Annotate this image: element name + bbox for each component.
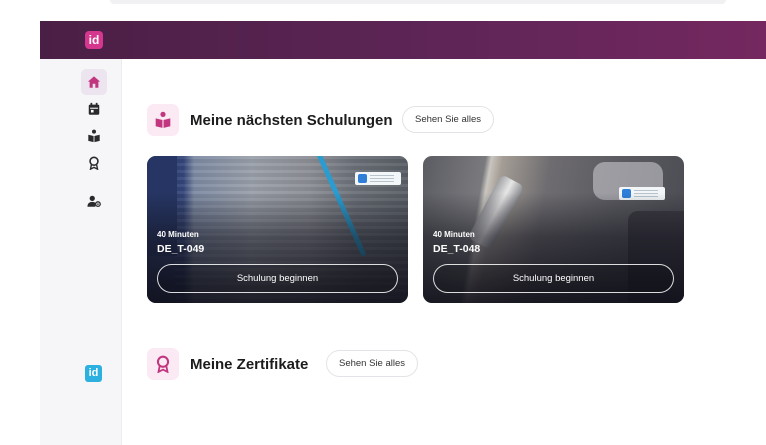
top-bar: id <box>40 21 766 59</box>
training-code: DE_T-048 <box>433 243 481 255</box>
certificates-see-all-button[interactable]: Sehen Sie alles <box>326 350 419 377</box>
start-training-button[interactable]: Schulung beginnen <box>157 264 398 293</box>
training-duration: 40 Minuten <box>433 230 475 239</box>
training-card[interactable]: 40 Minuten DE_T-048 Schulung beginnen <box>423 156 684 303</box>
sidebar-item-certificates[interactable] <box>81 150 107 176</box>
training-duration: 40 Minuten <box>157 230 199 239</box>
sidebar-item-account[interactable] <box>81 188 107 214</box>
training-card[interactable]: 40 Minuten DE_T-049 Schulung beginnen <box>147 156 408 303</box>
book-reader-icon <box>155 111 171 128</box>
home-icon <box>87 76 101 88</box>
training-code: DE_T-049 <box>157 243 205 255</box>
certificates-title: Meine Zertifikate <box>190 356 309 373</box>
main-content: Meine nächsten Schulungen Sehen Sie alle… <box>122 59 766 445</box>
trainings-section-icon <box>147 104 179 136</box>
app-logo[interactable]: id <box>85 31 103 49</box>
top-strip <box>40 0 766 21</box>
left-margin <box>0 0 40 445</box>
top-shadow <box>110 0 726 4</box>
award-icon <box>156 355 170 373</box>
certificates-section-icon <box>147 348 179 380</box>
calendar-icon <box>88 102 100 115</box>
sidebar-item-calendar[interactable] <box>81 96 107 122</box>
award-icon <box>89 156 99 170</box>
sidebar-logo[interactable]: id <box>85 365 102 382</box>
trainings-see-all-button[interactable]: Sehen Sie alles <box>402 106 495 133</box>
book-reader-icon <box>88 129 100 143</box>
sidebar: id <box>40 59 122 445</box>
user-settings-icon <box>87 195 101 207</box>
sidebar-item-courses[interactable] <box>81 123 107 149</box>
start-training-button[interactable]: Schulung beginnen <box>433 264 674 293</box>
trainings-title: Meine nächsten Schulungen <box>190 112 393 129</box>
sidebar-item-home[interactable] <box>81 69 107 95</box>
